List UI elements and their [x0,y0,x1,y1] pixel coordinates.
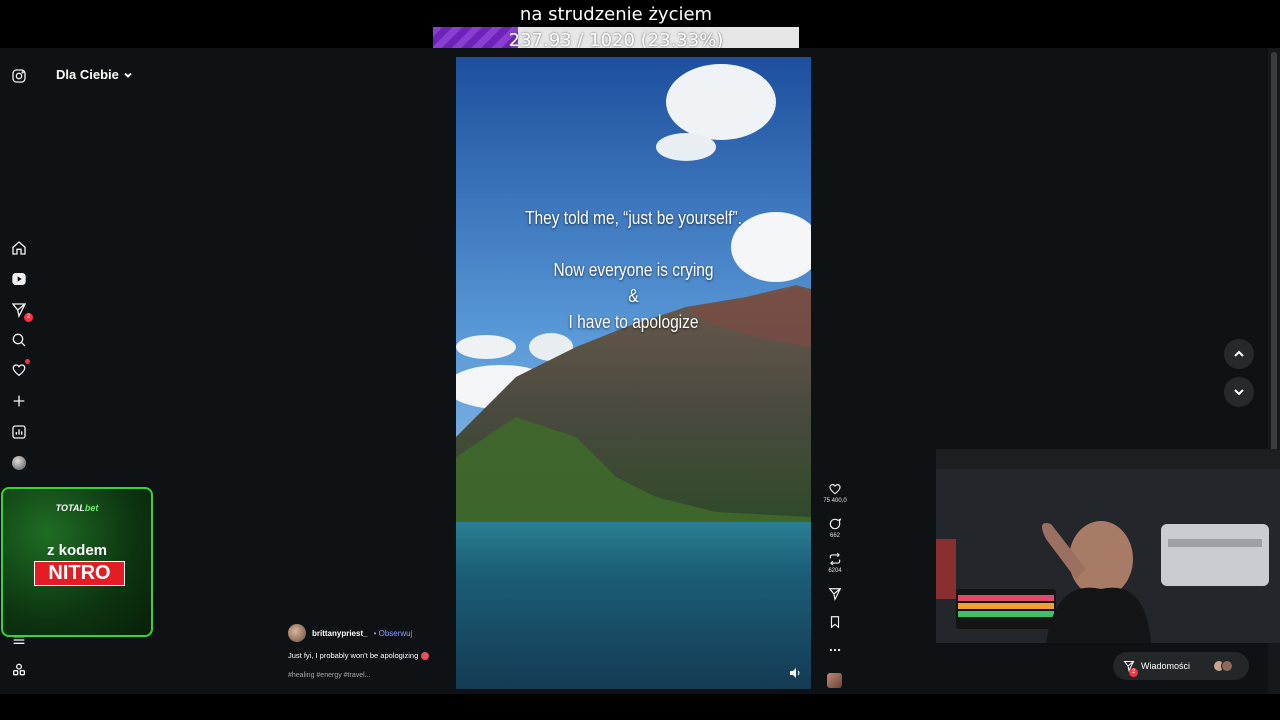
emoji-icon [421,651,430,660]
stream-title: na strudzenie życiem [519,4,713,25]
mountain-lake-scene [456,57,811,689]
scrollbar-thumb[interactable] [1271,52,1277,452]
messages-label: Wiadomości [1141,661,1191,671]
feed-selector-label: Dla Ciebie [56,67,119,82]
comment-button[interactable]: 662 [818,517,852,539]
chevron-up-icon [1234,350,1244,357]
promo-text: z kodem [46,542,107,559]
message-avatar [1221,660,1233,672]
messages-button[interactable]: Wiadomości 2 [1113,652,1249,680]
bottom-bar [0,694,1280,720]
instagram-icon[interactable] [10,67,28,85]
profile-avatar[interactable] [10,454,28,472]
previous-reel-button[interactable] [1224,339,1254,369]
insights-icon[interactable] [10,423,28,441]
post-caption: Just fyi, I probably won't be apologizin… [288,651,430,660]
heart-icon [829,484,841,495]
post-hashtags[interactable]: #healing #energy #travel... [288,672,371,679]
save-button[interactable] [818,615,852,629]
promo-brand-suffix: bet [84,503,99,513]
promo-brand: TOTALbet [3,503,151,513]
promo-banner[interactable]: TOTALbet z kodem NITRO [1,487,153,637]
feed-selector[interactable]: Dla Ciebie [56,67,133,82]
promo-brand-prefix: TOTAL [55,503,85,513]
reel-caption-line: & [628,286,639,306]
reel-author[interactable]: brittanypriest_ • Obserwuj [288,624,412,642]
volume-icon[interactable] [789,667,801,679]
create-icon[interactable] [10,392,28,410]
more-options-button[interactable] [818,643,852,657]
reel-caption-line: They told me, “just be yourself”. [525,208,742,228]
like-count: 75 400,0 [823,498,847,504]
notification-badge: 2 [24,313,33,322]
repost-button[interactable]: 6204 [818,552,852,574]
reel-caption-line: I have to apologize [568,312,699,332]
more-icon [829,648,841,652]
direct-icon[interactable]: 2 [10,301,33,322]
search-icon[interactable] [10,331,28,349]
comment-icon [829,518,842,530]
author-avatar[interactable] [288,624,306,642]
send-icon [828,588,842,601]
reel-caption-line: Now everyone is crying [553,260,714,280]
comment-count: 662 [829,533,840,539]
reel-video[interactable]: They told me, “just be yourself”. Now ev… [456,57,811,689]
home-icon[interactable] [10,239,28,257]
like-button[interactable]: 75 400,0 [818,482,852,504]
repost-count: 6204 [828,568,842,574]
messages-badge: 2 [1129,668,1138,677]
chevron-down-icon [1234,389,1244,396]
threads-icon[interactable] [10,661,28,679]
chevron-down-icon [124,72,132,78]
webcam-feed [936,449,1280,643]
repost-icon [829,552,841,566]
promo-code: NITRO [34,561,125,586]
post-caption-text: Just fyi, I probably won't be apologizin… [288,651,419,660]
share-button[interactable] [818,587,852,601]
bookmark-icon [830,616,840,629]
streamer-webcam-image [936,449,1280,643]
audio-thumbnail[interactable] [827,673,842,688]
activity-dot [25,359,30,364]
reels-icon[interactable] [10,270,28,288]
next-reel-button[interactable] [1224,377,1254,407]
heart-icon[interactable] [10,359,30,379]
follow-button[interactable]: • Obserwuj [374,629,413,638]
author-username[interactable]: brittanypriest_ [312,629,368,638]
